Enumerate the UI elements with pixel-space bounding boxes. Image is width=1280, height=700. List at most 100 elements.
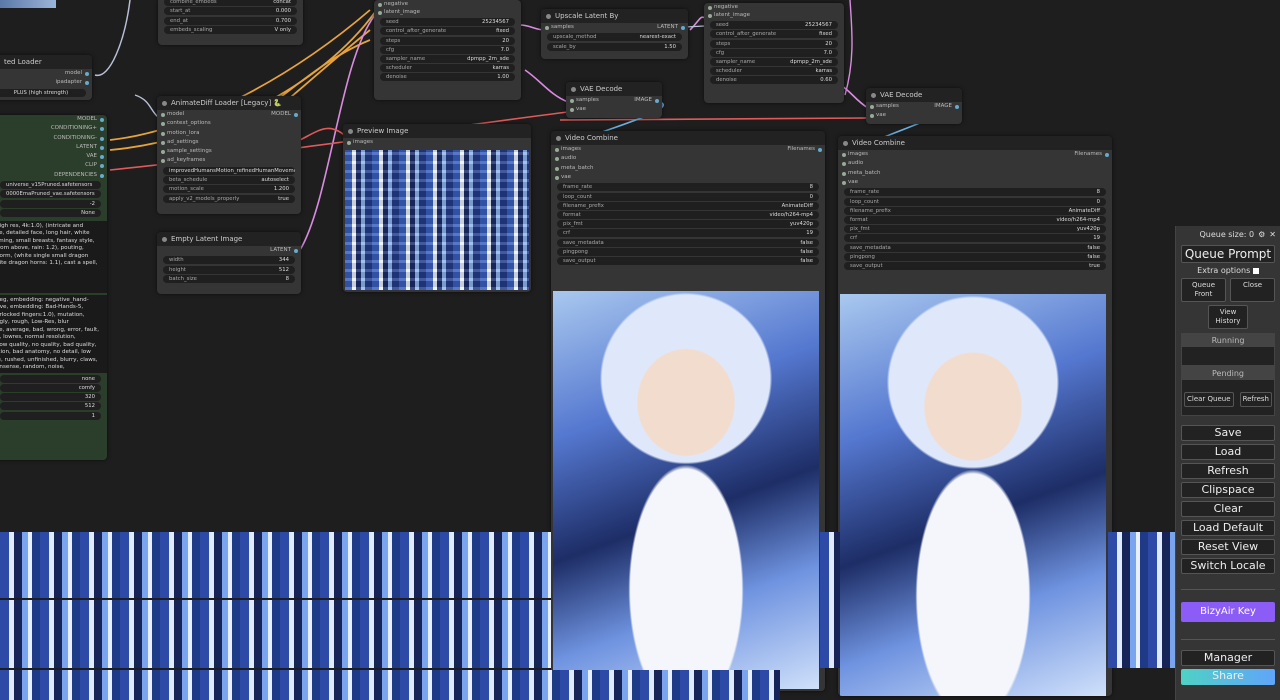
widget-embeds-scaling[interactable]: embeds_scaling V only [164, 25, 297, 34]
widget-sampler-name[interactable]: sampler_name dpmpp_2m_sde [710, 57, 838, 66]
widget-lora-name[interactable]: None [0, 208, 101, 217]
widget-batch-size[interactable]: batch_size 8 [163, 274, 295, 283]
input-audio[interactable]: audio [838, 159, 1112, 168]
widget-loop-count[interactable]: loop_count 0 [844, 197, 1106, 206]
widget-seed[interactable]: seed 25234567 [710, 21, 838, 30]
widget-upscale-method[interactable]: upscale_method nearest-exact [547, 33, 682, 42]
efficient-loader-node[interactable]: MODEL CONDITIONING+ CONDITIONING- LATENT… [0, 115, 107, 460]
output-image[interactable]: IMAGE [624, 96, 662, 105]
widget-batch-size[interactable]: 1 [0, 411, 101, 420]
widget-denoise[interactable]: denoise 0.60 [710, 76, 838, 85]
input-sample-settings[interactable]: sample_settings [157, 147, 301, 156]
output-model[interactable]: MODEL [0, 115, 107, 124]
video-combine-node-1[interactable]: Video Combine images Filenames audio met… [551, 131, 825, 691]
ksampler-node-2[interactable]: negative latent_image seed 25234567 contr… [704, 3, 844, 103]
widget-save-metadata[interactable]: save_metadata false [844, 243, 1106, 252]
widget-cfg[interactable]: cfg 7.0 [710, 48, 838, 57]
input-images[interactable]: images [551, 145, 591, 154]
widget-filename-prefix[interactable]: filename_prefix AnimateDiff [557, 201, 819, 210]
extra-options-checkbox[interactable] [1252, 267, 1259, 274]
widget-width[interactable]: width 344 [163, 256, 295, 265]
vae-decode-node-2[interactable]: VAE Decode samples IMAGE vae [866, 88, 962, 124]
widget-control-after-generate[interactable]: control_after_generate fixed [710, 30, 838, 39]
vae-decode-node-1[interactable]: VAE Decode samples IMAGE vae [566, 82, 662, 118]
input-vae[interactable]: vae [866, 111, 962, 120]
widget-format[interactable]: format video/h264-mp4 [844, 215, 1106, 224]
close-button[interactable]: Close [1230, 278, 1275, 302]
input-model[interactable]: model [157, 110, 194, 119]
output-latent[interactable]: LATENT [647, 23, 688, 32]
queue-front-button[interactable]: Queue Front [1181, 278, 1226, 302]
output-model[interactable]: model [0, 69, 92, 78]
input-samples[interactable]: samples [541, 23, 584, 32]
widget-save-metadata[interactable]: save_metadata false [557, 238, 819, 247]
clipspace-button[interactable]: Clipspace [1181, 482, 1275, 498]
widget-pingpong[interactable]: pingpong false [557, 247, 819, 256]
load-default-button[interactable]: Load Default [1181, 520, 1275, 536]
widget-steps[interactable]: steps 20 [380, 36, 515, 45]
video-preview-2[interactable] [840, 294, 1106, 696]
widget-pix-fmt[interactable]: pix_fmt yuv420p [557, 220, 819, 229]
input-audio[interactable]: audio [551, 154, 825, 163]
output-ipadapter[interactable]: ipadapter [0, 78, 92, 87]
input-samples[interactable]: samples [566, 96, 609, 105]
ipadapter-apply-node[interactable]: combine_embeds concat start_at 0.000 end_a… [158, 0, 303, 45]
queue-prompt-button[interactable]: Queue Prompt [1181, 245, 1275, 263]
output-filenames[interactable]: Filenames [1064, 150, 1112, 159]
manager-button[interactable]: Manager [1181, 650, 1275, 666]
output-clip[interactable]: CLIP [0, 161, 107, 170]
input-context-options[interactable]: context_options [157, 119, 301, 128]
output-latent[interactable]: LATENT [0, 143, 107, 152]
widget-vae-name[interactable]: 0000EmaPruned_vae.safetensors [0, 190, 101, 199]
widget-empty-latent-width[interactable]: 320 [0, 393, 101, 402]
ipadapter-loader-node[interactable]: ted Loader model ipadapter PLUS (high st… [0, 55, 92, 100]
input-vae[interactable]: vae [551, 173, 825, 182]
animatediff-loader-node[interactable]: AnimateDiff Loader [Legacy] 🐍 model MODE… [157, 96, 301, 214]
preview-image-node[interactable]: Preview Image images [343, 124, 531, 292]
widget-apply-v2-models-properly[interactable]: apply_v2_models_properly true [163, 194, 295, 203]
refresh-queue-button[interactable]: Refresh [1239, 392, 1272, 407]
gear-icon[interactable]: ⚙ [1258, 230, 1265, 239]
save-button[interactable]: Save [1181, 425, 1275, 441]
widget-control-after-generate[interactable]: control_after_generate fixed [380, 27, 515, 36]
widget-sampler-name[interactable]: sampler_name dpmpp_2m_sde [380, 54, 515, 63]
widget-frame-rate[interactable]: frame_rate 8 [844, 188, 1106, 197]
widget-token-normalization[interactable]: none [0, 374, 101, 383]
video-preview-1[interactable] [553, 291, 819, 689]
share-button[interactable]: Share [1181, 669, 1275, 685]
output-image[interactable]: IMAGE [924, 102, 962, 111]
empty-latent-image-node[interactable]: Empty Latent Image LATENT width 344 heigh… [157, 232, 301, 294]
input-images[interactable]: images [838, 150, 878, 159]
widget-beta-schedule[interactable]: beta_schedule autoselect [163, 176, 295, 185]
reset-view-button[interactable]: Reset View [1181, 539, 1275, 555]
preset-widget[interactable]: PLUS (high strength) [0, 88, 86, 97]
input-meta-batch[interactable]: meta_batch [551, 164, 825, 173]
input-latent-image[interactable]: latent_image [704, 11, 844, 20]
widget-scheduler[interactable]: scheduler karras [710, 67, 838, 76]
input-vae[interactable]: vae [838, 178, 1112, 187]
close-icon[interactable]: ✕ [1269, 230, 1276, 239]
widget-end-at[interactable]: end_at 0.700 [164, 16, 297, 25]
output-conditioning-positive[interactable]: CONDITIONING+ [0, 124, 107, 133]
refresh-button[interactable]: Refresh [1181, 463, 1275, 479]
widget-pix-fmt[interactable]: pix_fmt yuv420p [844, 225, 1106, 234]
node-canvas[interactable]: ted Loader model ipadapter PLUS (high st… [0, 0, 1280, 700]
ksampler-node-1[interactable]: negative latent_image seed 25234567 contr… [374, 0, 521, 100]
clear-queue-button[interactable]: Clear Queue [1184, 392, 1234, 407]
widget-model-name[interactable]: improvedHumansMotion_refinedHumanMovemen… [163, 166, 295, 175]
input-motion-lora[interactable]: motion_lora [157, 129, 301, 138]
widget-loop-count[interactable]: loop_count 0 [557, 192, 819, 201]
widget-height[interactable]: height 512 [163, 265, 295, 274]
output-dependencies[interactable]: DEPENDENCIES [0, 171, 107, 180]
widget-frame-rate[interactable]: frame_rate 8 [557, 183, 819, 192]
widget-steps[interactable]: steps 20 [710, 39, 838, 48]
load-button[interactable]: Load [1181, 444, 1275, 460]
widget-filename-prefix[interactable]: filename_prefix AnimateDiff [844, 206, 1106, 215]
switch-locale-button[interactable]: Switch Locale [1181, 558, 1275, 574]
input-latent-image[interactable]: latent_image [374, 8, 521, 17]
input-vae[interactable]: vae [566, 105, 662, 114]
widget-crf[interactable]: crf 19 [557, 229, 819, 238]
bizyair-key-button[interactable]: BizyAir Key [1181, 602, 1275, 622]
view-history-button[interactable]: View History [1208, 305, 1248, 329]
upscale-latent-node[interactable]: Upscale Latent By samples LATENT upscale… [541, 9, 688, 59]
